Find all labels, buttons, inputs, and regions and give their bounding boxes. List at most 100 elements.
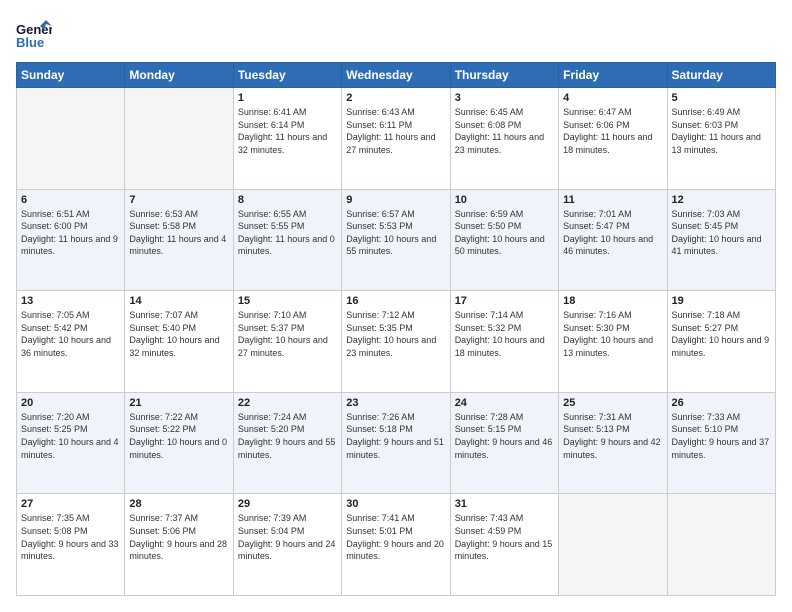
day-info: Sunrise: 7:20 AMSunset: 5:25 PMDaylight:… bbox=[21, 411, 120, 461]
day-info: Sunrise: 7:35 AMSunset: 5:08 PMDaylight:… bbox=[21, 512, 120, 562]
calendar-cell: 22Sunrise: 7:24 AMSunset: 5:20 PMDayligh… bbox=[233, 392, 341, 494]
week-row-2: 6 Sunrise: 6:51 AMSunset: 6:00 PMDaylight… bbox=[17, 189, 776, 291]
weekday-header-row: SundayMondayTuesdayWednesdayThursdayFrid… bbox=[17, 63, 776, 88]
calendar-cell: 4 Sunrise: 6:47 AMSunset: 6:06 PMDaylight… bbox=[559, 88, 667, 190]
calendar-cell bbox=[125, 88, 233, 190]
weekday-header-thursday: Thursday bbox=[450, 63, 558, 88]
day-info: Sunrise: 7:22 AMSunset: 5:22 PMDaylight:… bbox=[129, 411, 228, 461]
day-info: Sunrise: 7:07 AMSunset: 5:40 PMDaylight:… bbox=[129, 309, 228, 359]
day-info: Sunrise: 7:01 AMSunset: 5:47 PMDaylight:… bbox=[563, 208, 662, 258]
calendar-cell: 13 Sunrise: 7:05 AMSunset: 5:42 PMDayligh… bbox=[17, 291, 125, 393]
header: General Blue bbox=[16, 16, 776, 52]
calendar-cell bbox=[17, 88, 125, 190]
calendar-cell: 21 Sunrise: 7:22 AMSunset: 5:22 PMDayligh… bbox=[125, 392, 233, 494]
day-number: 24 bbox=[455, 397, 554, 409]
day-info: Sunrise: 7:39 AMSunset: 5:04 PMDaylight:… bbox=[238, 512, 337, 562]
day-number: 21 bbox=[129, 397, 228, 409]
day-number: 20 bbox=[21, 397, 120, 409]
day-number: 8 bbox=[238, 194, 337, 206]
day-info: Sunrise: 7:28 AMSunset: 5:15 PMDaylight:… bbox=[455, 411, 554, 461]
calendar-cell: 3Sunrise: 6:45 AMSunset: 6:08 PMDaylight… bbox=[450, 88, 558, 190]
day-number: 6 bbox=[21, 194, 120, 206]
day-number: 1 bbox=[238, 92, 337, 104]
day-info: Sunrise: 7:24 AMSunset: 5:20 PMDaylight:… bbox=[238, 411, 337, 461]
calendar-cell: 18 Sunrise: 7:16 AMSunset: 5:30 PMDayligh… bbox=[559, 291, 667, 393]
day-number: 28 bbox=[129, 498, 228, 510]
day-info: Sunrise: 7:03 AMSunset: 5:45 PMDaylight:… bbox=[672, 208, 771, 258]
week-row-3: 13 Sunrise: 7:05 AMSunset: 5:42 PMDayligh… bbox=[17, 291, 776, 393]
page: General Blue SundayMondayTuesdayWednesda… bbox=[0, 0, 792, 612]
logo: General Blue bbox=[16, 16, 56, 52]
calendar-cell: 10 Sunrise: 6:59 AMSunset: 5:50 PMDayligh… bbox=[450, 189, 558, 291]
day-number: 13 bbox=[21, 295, 120, 307]
calendar-cell: 9 Sunrise: 6:57 AMSunset: 5:53 PMDaylight… bbox=[342, 189, 450, 291]
day-info: Sunrise: 7:43 AMSunset: 4:59 PMDaylight:… bbox=[455, 512, 554, 562]
day-number: 30 bbox=[346, 498, 445, 510]
weekday-header-tuesday: Tuesday bbox=[233, 63, 341, 88]
calendar-cell: 11 Sunrise: 7:01 AMSunset: 5:47 PMDayligh… bbox=[559, 189, 667, 291]
day-info: Sunrise: 7:31 AMSunset: 5:13 PMDaylight:… bbox=[563, 411, 662, 461]
day-info: Sunrise: 7:10 AMSunset: 5:37 PMDaylight:… bbox=[238, 309, 337, 359]
calendar-cell: 7 Sunrise: 6:53 AMSunset: 5:58 PMDaylight… bbox=[125, 189, 233, 291]
day-info: Sunrise: 7:14 AMSunset: 5:32 PMDaylight:… bbox=[455, 309, 554, 359]
calendar-cell: 14 Sunrise: 7:07 AMSunset: 5:40 PMDayligh… bbox=[125, 291, 233, 393]
day-number: 27 bbox=[21, 498, 120, 510]
day-number: 5 bbox=[672, 92, 771, 104]
day-number: 3 bbox=[455, 92, 554, 104]
day-number: 23 bbox=[346, 397, 445, 409]
day-number: 25 bbox=[563, 397, 662, 409]
day-number: 29 bbox=[238, 498, 337, 510]
calendar-cell: 17 Sunrise: 7:14 AMSunset: 5:32 PMDayligh… bbox=[450, 291, 558, 393]
calendar-cell: 29 Sunrise: 7:39 AMSunset: 5:04 PMDayligh… bbox=[233, 494, 341, 596]
calendar-cell: 31 Sunrise: 7:43 AMSunset: 4:59 PMDayligh… bbox=[450, 494, 558, 596]
calendar-cell: 15 Sunrise: 7:10 AMSunset: 5:37 PMDayligh… bbox=[233, 291, 341, 393]
day-number: 14 bbox=[129, 295, 228, 307]
day-number: 12 bbox=[672, 194, 771, 206]
day-info: Sunrise: 6:49 AMSunset: 6:03 PMDaylight:… bbox=[672, 106, 771, 156]
day-info: Sunrise: 7:12 AMSunset: 5:35 PMDaylight:… bbox=[346, 309, 445, 359]
calendar-cell: 25 Sunrise: 7:31 AMSunset: 5:13 PMDayligh… bbox=[559, 392, 667, 494]
calendar-cell: 5 Sunrise: 6:49 AMSunset: 6:03 PMDaylight… bbox=[667, 88, 775, 190]
day-info: Sunrise: 7:41 AMSunset: 5:01 PMDaylight:… bbox=[346, 512, 445, 562]
day-info: Sunrise: 6:41 AMSunset: 6:14 PMDaylight:… bbox=[238, 106, 337, 156]
calendar-cell: 23Sunrise: 7:26 AMSunset: 5:18 PMDayligh… bbox=[342, 392, 450, 494]
calendar-cell: 8 Sunrise: 6:55 AMSunset: 5:55 PMDaylight… bbox=[233, 189, 341, 291]
calendar-cell: 26Sunrise: 7:33 AMSunset: 5:10 PMDayligh… bbox=[667, 392, 775, 494]
day-number: 10 bbox=[455, 194, 554, 206]
day-info: Sunrise: 6:53 AMSunset: 5:58 PMDaylight:… bbox=[129, 208, 228, 258]
weekday-header-saturday: Saturday bbox=[667, 63, 775, 88]
day-number: 4 bbox=[563, 92, 662, 104]
calendar-cell: 28 Sunrise: 7:37 AMSunset: 5:06 PMDayligh… bbox=[125, 494, 233, 596]
day-number: 9 bbox=[346, 194, 445, 206]
day-number: 11 bbox=[563, 194, 662, 206]
day-info: Sunrise: 7:05 AMSunset: 5:42 PMDaylight:… bbox=[21, 309, 120, 359]
week-row-5: 27 Sunrise: 7:35 AMSunset: 5:08 PMDayligh… bbox=[17, 494, 776, 596]
weekday-header-friday: Friday bbox=[559, 63, 667, 88]
calendar-cell: 1 Sunrise: 6:41 AMSunset: 6:14 PMDaylight… bbox=[233, 88, 341, 190]
day-info: Sunrise: 6:59 AMSunset: 5:50 PMDaylight:… bbox=[455, 208, 554, 258]
week-row-1: 1 Sunrise: 6:41 AMSunset: 6:14 PMDaylight… bbox=[17, 88, 776, 190]
day-info: Sunrise: 6:43 AMSunset: 6:11 PMDaylight:… bbox=[346, 106, 445, 156]
day-info: Sunrise: 7:18 AMSunset: 5:27 PMDaylight:… bbox=[672, 309, 771, 359]
calendar-cell: 12 Sunrise: 7:03 AMSunset: 5:45 PMDayligh… bbox=[667, 189, 775, 291]
day-number: 7 bbox=[129, 194, 228, 206]
day-number: 15 bbox=[238, 295, 337, 307]
day-info: Sunrise: 6:47 AMSunset: 6:06 PMDaylight:… bbox=[563, 106, 662, 156]
day-number: 19 bbox=[672, 295, 771, 307]
logo-icon: General Blue bbox=[16, 16, 52, 52]
day-info: Sunrise: 7:37 AMSunset: 5:06 PMDaylight:… bbox=[129, 512, 228, 562]
day-number: 31 bbox=[455, 498, 554, 510]
calendar-cell bbox=[667, 494, 775, 596]
day-number: 18 bbox=[563, 295, 662, 307]
calendar-cell: 2Sunrise: 6:43 AMSunset: 6:11 PMDaylight… bbox=[342, 88, 450, 190]
day-info: Sunrise: 7:16 AMSunset: 5:30 PMDaylight:… bbox=[563, 309, 662, 359]
day-number: 17 bbox=[455, 295, 554, 307]
day-info: Sunrise: 6:51 AMSunset: 6:00 PMDaylight:… bbox=[21, 208, 120, 258]
day-info: Sunrise: 6:55 AMSunset: 5:55 PMDaylight:… bbox=[238, 208, 337, 258]
calendar-cell: 6 Sunrise: 6:51 AMSunset: 6:00 PMDaylight… bbox=[17, 189, 125, 291]
day-number: 26 bbox=[672, 397, 771, 409]
calendar-cell: 16Sunrise: 7:12 AMSunset: 5:35 PMDayligh… bbox=[342, 291, 450, 393]
week-row-4: 20 Sunrise: 7:20 AMSunset: 5:25 PMDayligh… bbox=[17, 392, 776, 494]
weekday-header-wednesday: Wednesday bbox=[342, 63, 450, 88]
day-info: Sunrise: 6:57 AMSunset: 5:53 PMDaylight:… bbox=[346, 208, 445, 258]
